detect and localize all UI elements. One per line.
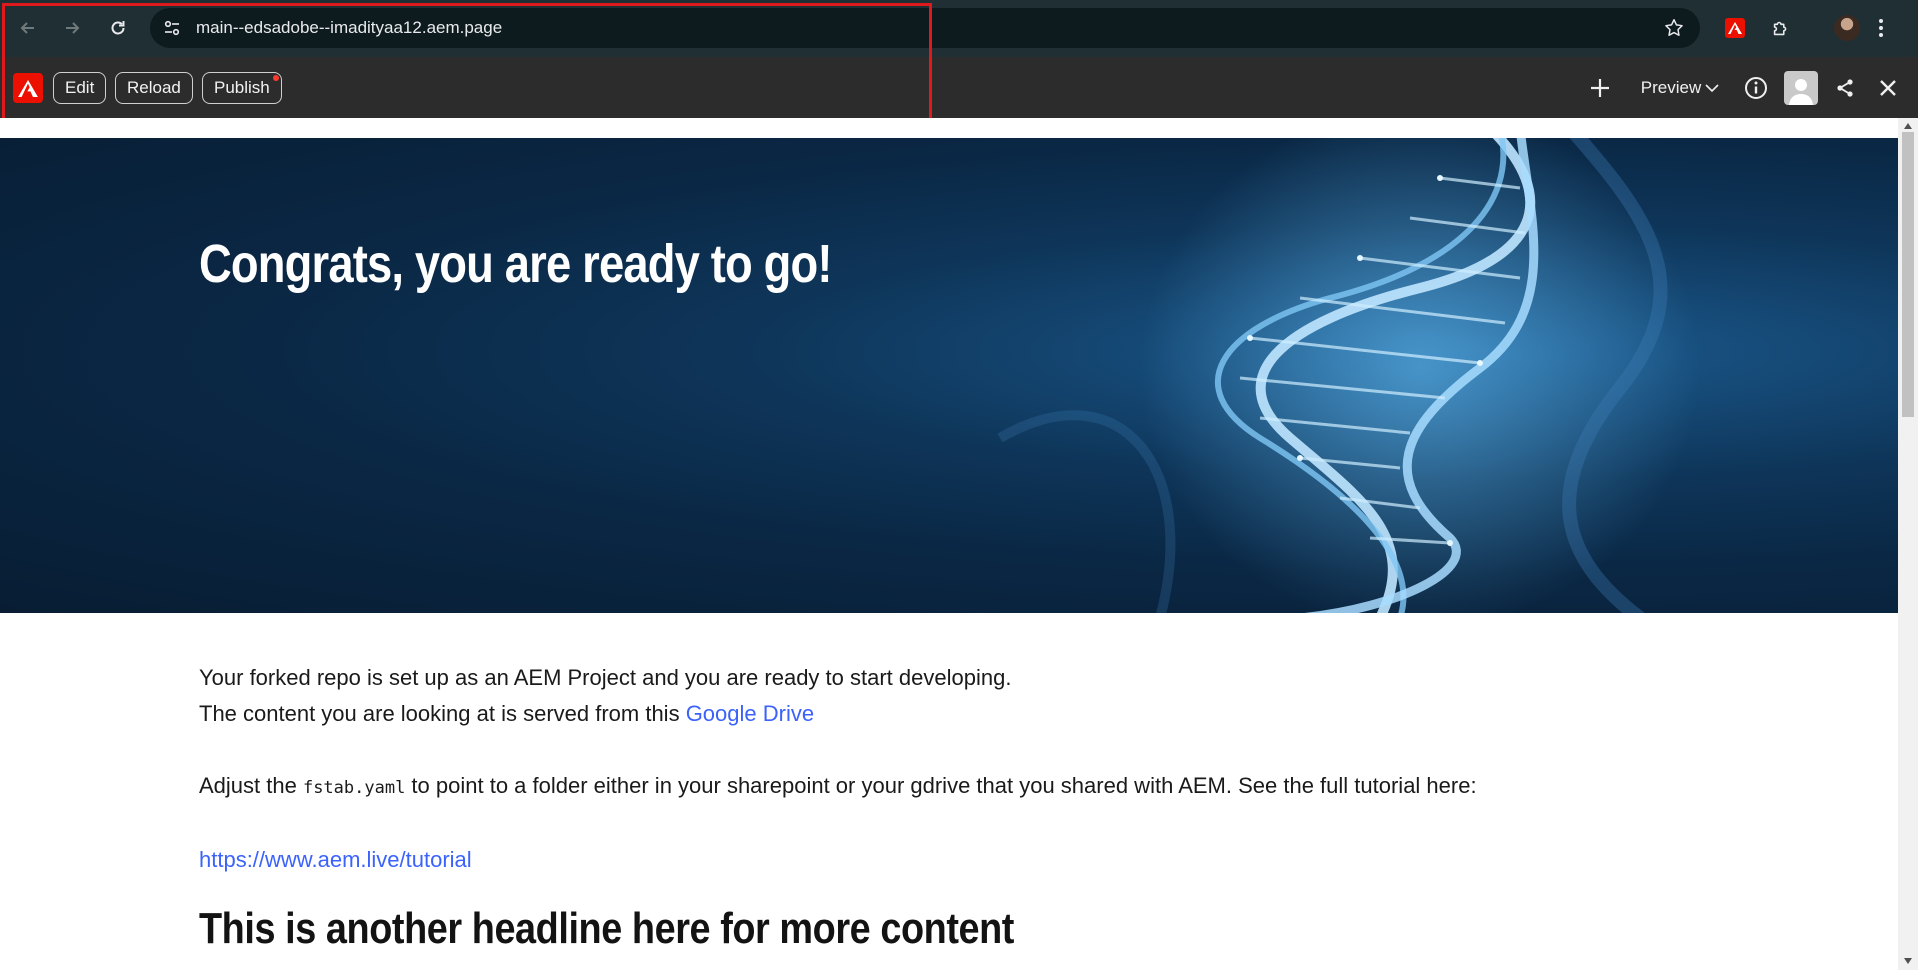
scroll-thumb[interactable] <box>1902 132 1914 417</box>
kebab-icon <box>1879 19 1883 37</box>
reload-button[interactable]: Reload <box>115 72 193 104</box>
adobe-logo-button[interactable] <box>13 73 43 103</box>
tutorial-link[interactable]: https://www.aem.live/tutorial <box>199 847 472 872</box>
fstab-code: fstab.yaml <box>302 778 406 798</box>
browser-menu-button[interactable] <box>1866 13 1896 43</box>
share-icon <box>1837 79 1853 97</box>
address-bar[interactable]: main--edsadobe--imadityaa12.aem.page <box>150 8 1700 48</box>
chevron-down-icon <box>1705 84 1719 93</box>
arrow-left-icon <box>20 22 34 34</box>
triangle-up-icon <box>1904 123 1912 129</box>
intro-line-1: Your forked repo is set up as an AEM Pro… <box>199 665 1012 690</box>
page-header-spacer <box>0 118 1898 138</box>
share-button[interactable] <box>1832 71 1858 105</box>
profile-button[interactable] <box>1832 13 1862 43</box>
close-icon <box>1880 80 1896 96</box>
add-button[interactable] <box>1588 71 1612 105</box>
browser-toolbar: main--edsadobe--imadityaa12.aem.page <box>0 0 1918 57</box>
edit-button[interactable]: Edit <box>53 72 107 104</box>
dna-helix-image <box>997 138 1700 613</box>
fstab-paragraph: Adjust the fstab.yaml to point to a fold… <box>199 768 1699 806</box>
adobe-icon <box>18 79 38 97</box>
user-profile-button[interactable] <box>1784 71 1818 105</box>
reload-button[interactable] <box>102 12 134 44</box>
publish-label: Publish <box>214 78 270 97</box>
star-icon <box>1665 19 1683 36</box>
status-dot-icon <box>272 75 279 81</box>
site-info-button[interactable] <box>160 16 184 40</box>
extensions-button[interactable] <box>1766 13 1796 43</box>
secondary-headline: This is another headline here for more c… <box>199 904 1014 953</box>
avatar <box>1834 15 1860 41</box>
google-drive-link[interactable]: Google Drive <box>686 701 814 726</box>
close-button[interactable] <box>1876 71 1900 105</box>
plus-icon <box>1591 79 1609 97</box>
environment-label: Preview <box>1640 78 1702 97</box>
forward-button[interactable] <box>56 12 88 44</box>
adobe-icon <box>1725 18 1745 38</box>
back-button[interactable] <box>12 12 44 44</box>
page-scrollbar[interactable] <box>1898 118 1918 970</box>
triangle-down-icon <box>1904 958 1912 964</box>
aem-sidekick-toolbar: Edit Reload Publish Preview <box>0 57 1918 119</box>
fstab-suffix: to point to a folder either in your shar… <box>405 773 1477 798</box>
puzzle-icon <box>1773 21 1787 36</box>
info-button[interactable] <box>1742 71 1770 105</box>
adobe-extension-button[interactable] <box>1720 13 1750 43</box>
intro-paragraph: Your forked repo is set up as an AEM Pro… <box>199 660 1699 732</box>
scroll-up-button[interactable] <box>1903 121 1913 131</box>
hero-title: Congrats, you are ready to go! <box>199 234 832 294</box>
avatar <box>1784 71 1818 105</box>
reload-icon <box>111 21 125 35</box>
main-content: Your forked repo is set up as an AEM Pro… <box>199 660 1699 954</box>
url-text: main--edsadobe--imadityaa12.aem.page <box>196 18 503 37</box>
environment-switcher[interactable]: Preview <box>1636 71 1724 105</box>
info-icon <box>1745 77 1767 99</box>
bookmark-button[interactable] <box>1662 16 1686 40</box>
tutorial-paragraph: https://www.aem.live/tutorial <box>199 842 1699 878</box>
fstab-prefix: Adjust the <box>199 773 303 798</box>
hero-banner: Congrats, you are ready to go! <box>0 138 1898 613</box>
scroll-down-button[interactable] <box>1903 956 1913 966</box>
arrow-right-icon <box>66 22 80 34</box>
intro-line-2: The content you are looking at is served… <box>199 701 686 726</box>
tune-icon <box>164 20 180 36</box>
publish-button[interactable]: Publish <box>202 72 282 104</box>
